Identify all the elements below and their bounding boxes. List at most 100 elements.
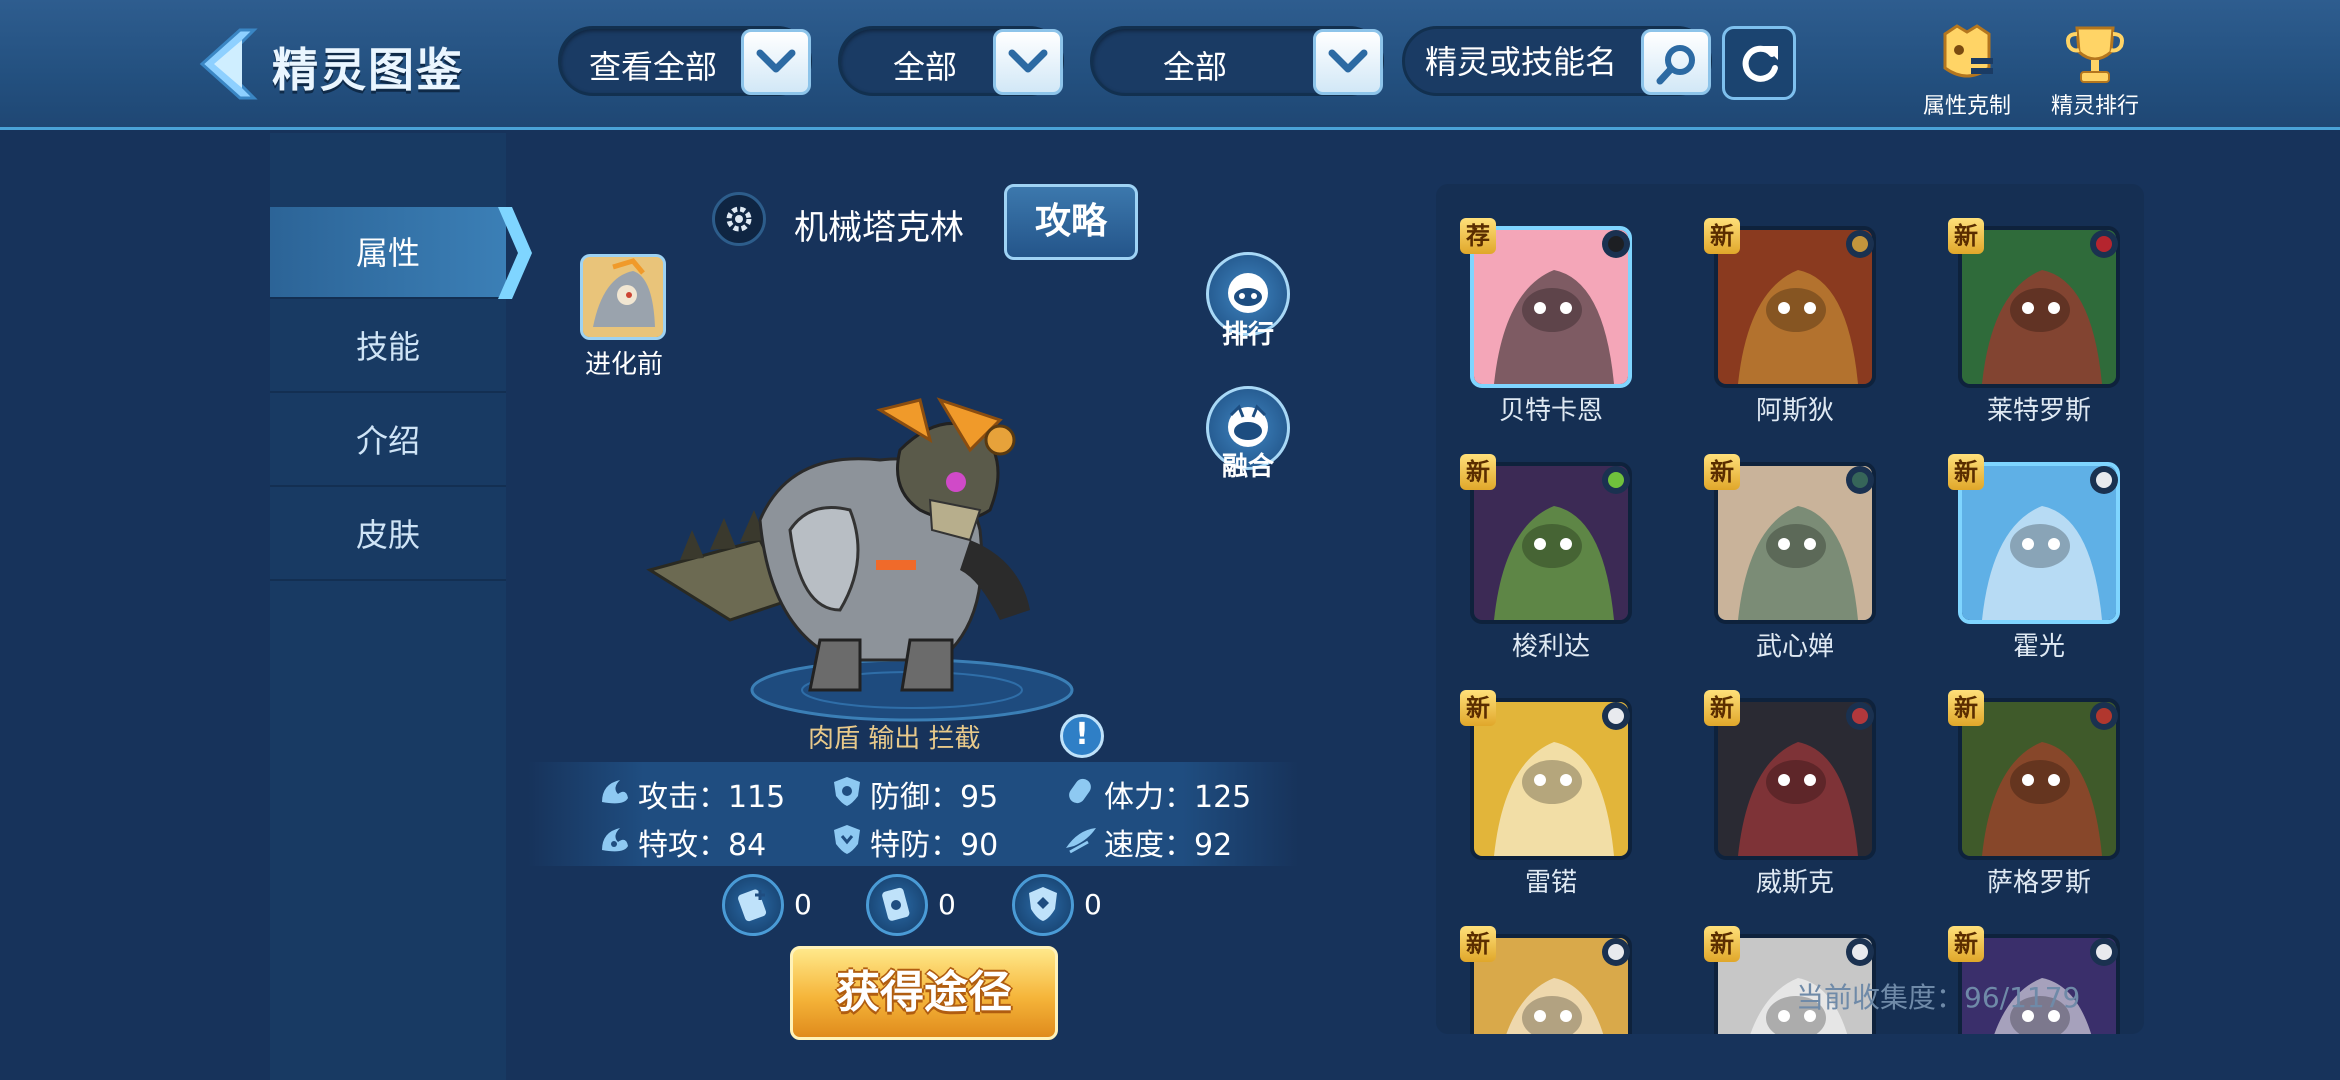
stat-speed-label: 速度： bbox=[1104, 828, 1194, 863]
stat-speed: 速度：92 bbox=[1066, 820, 1233, 864]
top-bar: 精灵图鉴 查看全部 全部 全部 精灵或技能名 属性克制 精灵排行 bbox=[0, 0, 2340, 130]
stat-defense: 防御：95 bbox=[834, 772, 999, 816]
pet-badge: 新 bbox=[1948, 690, 1984, 726]
rank-label: 排行 bbox=[1221, 320, 1274, 350]
pet-badge: 新 bbox=[1460, 690, 1496, 726]
element-badge-icon bbox=[1852, 944, 1868, 960]
pet-element-icon bbox=[1846, 466, 1874, 494]
pet-badge: 新 bbox=[1704, 926, 1740, 962]
stat-defense-label: 防御： bbox=[870, 780, 960, 815]
stat-hp: 体力：125 bbox=[1069, 772, 1252, 816]
attribute-chart-icon bbox=[1943, 24, 1993, 78]
search-input[interactable] bbox=[1425, 39, 1625, 85]
refresh-button[interactable] bbox=[1722, 26, 1796, 100]
pet-element-icon bbox=[1602, 230, 1630, 258]
potion-icon[interactable] bbox=[722, 874, 784, 936]
potion-shape-icon bbox=[738, 889, 767, 922]
pre-evolution-label: 进化前 bbox=[584, 350, 663, 380]
pet-element-icon bbox=[1602, 938, 1630, 966]
gear-icon bbox=[726, 206, 752, 232]
pet-element-icon bbox=[2090, 466, 2118, 494]
tab-skins-label: 皮肤 bbox=[355, 516, 420, 554]
pet-element-icon bbox=[1846, 938, 1874, 966]
stat-attack-value: 115 bbox=[728, 780, 786, 815]
pet-ranking-button[interactable]: 精灵排行 bbox=[2040, 20, 2150, 120]
pet-card[interactable]: 新萨格罗斯 bbox=[1924, 650, 2144, 898]
shield-item-count: 0 bbox=[1084, 888, 1102, 921]
pet-card[interactable]: 荐贝特卡恩 bbox=[1436, 184, 1666, 426]
pet-card[interactable]: 新莱特罗斯 bbox=[1924, 184, 2144, 426]
sp-attack-icon bbox=[602, 828, 628, 852]
chevron-down-icon bbox=[756, 49, 796, 73]
stat-sp-defense-label: 特防： bbox=[870, 828, 960, 863]
machine-type-icon bbox=[712, 192, 766, 246]
view-filter-arrow[interactable] bbox=[741, 29, 811, 95]
attribute-counter-button[interactable]: 属性克制 bbox=[1912, 20, 2022, 120]
stat-sp-attack: 特攻：84 bbox=[602, 820, 767, 864]
category-filter-dropdown[interactable]: 全部 bbox=[1090, 26, 1384, 96]
stat-hp-label: 体力： bbox=[1104, 780, 1194, 815]
chevron-down-icon bbox=[1008, 49, 1048, 73]
stat-sp-attack-value: 84 bbox=[728, 828, 767, 863]
collection-progress: 当前收集度：96/1179 bbox=[1796, 981, 2081, 1014]
tab-introduction-label: 介绍 bbox=[355, 422, 420, 460]
category-filter-arrow[interactable] bbox=[1313, 29, 1383, 95]
pet-badge: 新 bbox=[1948, 454, 1984, 490]
card-icon[interactable] bbox=[866, 874, 928, 936]
pet-card[interactable]: 新武心婵 bbox=[1680, 414, 1910, 662]
chevron-down-icon bbox=[1328, 49, 1368, 73]
pet-badge: 荐 bbox=[1460, 218, 1496, 254]
tab-skills[interactable]: 技能 bbox=[270, 301, 506, 393]
pet-badge: 新 bbox=[1948, 926, 1984, 962]
pet-badge: 新 bbox=[1704, 218, 1740, 254]
element-badge-icon bbox=[1852, 708, 1868, 724]
pet-card[interactable]: 新阿斯狄 bbox=[1680, 184, 1910, 426]
back-arrow-icon bbox=[199, 28, 258, 100]
view-filter-dropdown[interactable]: 查看全部 bbox=[558, 26, 812, 96]
element-badge-icon bbox=[1608, 472, 1624, 488]
info-icon[interactable]: ! bbox=[1060, 714, 1104, 758]
pet-element-icon bbox=[1846, 230, 1874, 258]
element-badge-icon bbox=[1852, 236, 1868, 252]
fusion-label: 融合 bbox=[1221, 452, 1274, 482]
tab-skins[interactable]: 皮肤 bbox=[270, 489, 506, 581]
tab-attributes[interactable]: 属性 bbox=[270, 207, 532, 299]
pre-evolution-thumbnail[interactable] bbox=[580, 254, 666, 340]
pet-element-icon bbox=[1602, 702, 1630, 730]
card-count: 0 bbox=[938, 888, 956, 921]
search-button[interactable] bbox=[1641, 29, 1711, 95]
attack-icon bbox=[602, 780, 628, 804]
stat-sp-attack-label: 特攻： bbox=[638, 828, 728, 863]
pet-card[interactable]: 新 bbox=[1436, 886, 1666, 1034]
stat-hp-value: 125 bbox=[1194, 780, 1252, 815]
attribute-counter-label: 属性克制 bbox=[1922, 94, 2011, 119]
element-badge-icon bbox=[1608, 708, 1624, 724]
shield-item-icon[interactable] bbox=[1012, 874, 1074, 936]
chevron-right-icon bbox=[498, 207, 532, 299]
refresh-icon bbox=[1742, 45, 1778, 82]
element-filter-dropdown[interactable]: 全部 bbox=[838, 26, 1064, 96]
pet-card[interactable]: 新霍光 bbox=[1924, 414, 2144, 662]
left-sidebar: 属性 技能 介绍 皮肤 bbox=[270, 133, 532, 1080]
pet-card[interactable]: 新雷锘 bbox=[1436, 650, 1666, 898]
element-badge-icon bbox=[1608, 944, 1624, 960]
pet-card[interactable]: 新梭利达 bbox=[1436, 414, 1666, 662]
pet-card[interactable]: 新威斯克 bbox=[1680, 650, 1910, 898]
tab-introduction[interactable]: 介绍 bbox=[270, 395, 506, 487]
stat-speed-value: 92 bbox=[1194, 828, 1233, 863]
search-box bbox=[1402, 26, 1712, 96]
obtain-methods-button[interactable]: 获得途径 bbox=[790, 946, 1058, 1040]
stat-defense-value: 95 bbox=[960, 780, 999, 815]
element-filter-arrow[interactable] bbox=[993, 29, 1063, 95]
pet-grid-panel[interactable]: 荐贝特卡恩新阿斯狄新莱特罗斯新梭利达新武心婵新霍光新雷锘新威斯克新萨格罗斯新新新 bbox=[1436, 184, 2144, 1034]
element-badge-icon bbox=[1608, 236, 1624, 252]
page-title: 精灵图鉴 bbox=[272, 43, 464, 97]
pet-badge: 新 bbox=[1704, 454, 1740, 490]
pet-element-icon bbox=[1846, 702, 1874, 730]
tab-attributes-label: 属性 bbox=[355, 234, 420, 272]
sp-defense-icon bbox=[834, 825, 860, 854]
element-badge-icon bbox=[2096, 708, 2112, 724]
pet-illustration bbox=[646, 397, 1074, 722]
guide-button[interactable]: 攻略 bbox=[1004, 184, 1138, 260]
back-button[interactable] bbox=[196, 26, 260, 102]
